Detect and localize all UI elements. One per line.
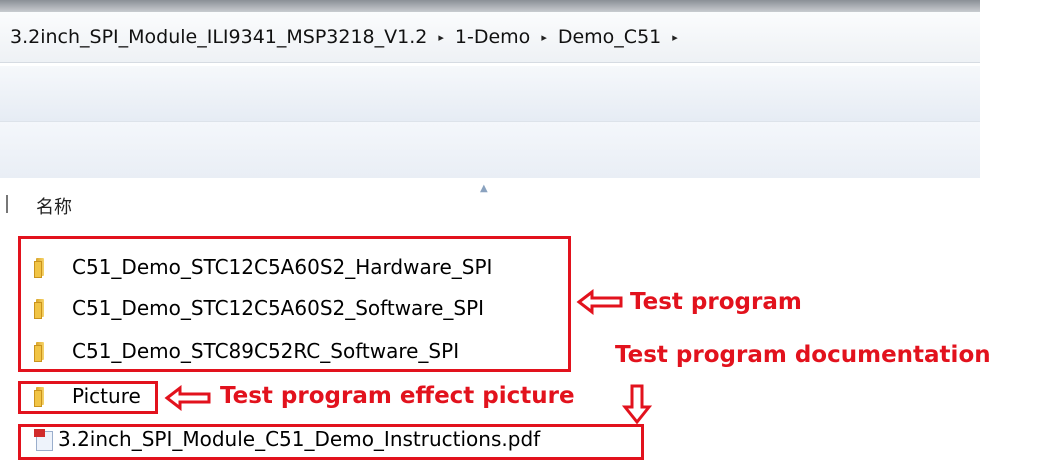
select-all-checkbox[interactable] <box>6 195 11 213</box>
annotation-documentation: Test program documentation <box>615 342 991 368</box>
sort-ascending-icon: ▲ <box>480 183 488 194</box>
breadcrumb-item-demo[interactable]: 1-Demo <box>453 26 532 48</box>
column-name[interactable]: 名称 <box>36 193 72 219</box>
picture-box <box>18 381 158 414</box>
breadcrumb-item-module[interactable]: 3.2inch_SPI_Module_ILI9341_MSP3218_V1.2 <box>8 26 429 48</box>
left-arrow-icon <box>576 289 623 315</box>
column-header: ▲ 名称 <box>0 180 980 224</box>
test-program-box <box>18 236 571 372</box>
breadcrumb-arrow-icon[interactable]: ▸ <box>541 31 547 44</box>
address-bar[interactable]: 3.2inch_SPI_Module_ILI9341_MSP3218_V1.2 … <box>0 12 980 63</box>
documentation-box <box>18 424 644 460</box>
down-arrow-icon <box>622 384 652 425</box>
left-arrow-icon <box>164 385 211 411</box>
breadcrumb-arrow-icon[interactable]: ▸ <box>438 31 444 44</box>
window-title-strip <box>0 0 980 12</box>
breadcrumb: 3.2inch_SPI_Module_ILI9341_MSP3218_V1.2 … <box>8 26 687 48</box>
annotation-effect-picture: Test program effect picture <box>220 383 575 409</box>
command-toolbar <box>0 122 980 178</box>
explorer-window: 3.2inch_SPI_Module_ILI9341_MSP3218_V1.2 … <box>0 0 1062 468</box>
breadcrumb-item-demo-c51[interactable]: Demo_C51 <box>556 26 663 48</box>
menu-bar <box>0 66 980 122</box>
annotation-test-program: Test program <box>630 289 802 315</box>
breadcrumb-arrow-icon[interactable]: ▸ <box>672 31 678 44</box>
